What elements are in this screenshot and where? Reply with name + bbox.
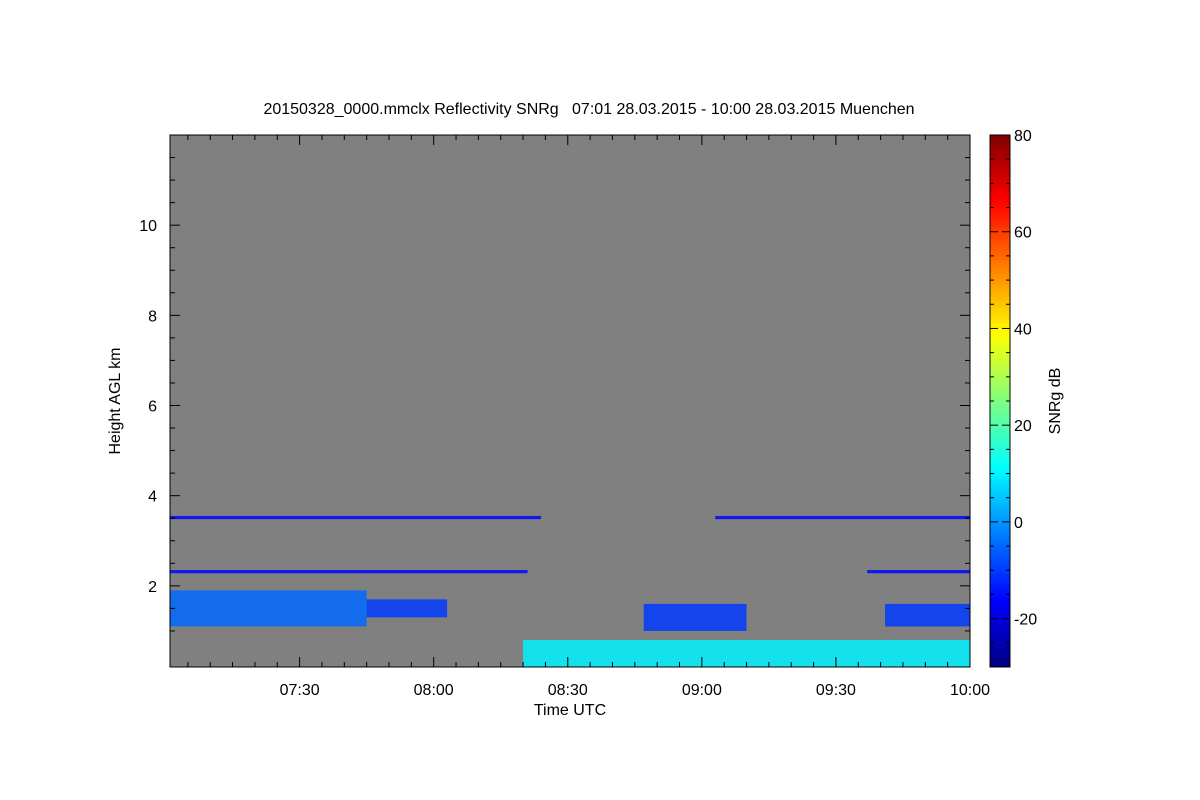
x-tick-label: 08:00 [414,682,454,699]
x-tick-label: 08:30 [548,682,588,699]
echo-feature [366,599,448,618]
echo-feature [643,603,747,631]
y-tick-label: 4 [148,489,157,506]
colorbar-tick-label: 20 [1014,418,1032,435]
x-tick-label: 09:30 [816,682,856,699]
colorbar-tick-label: -20 [1014,612,1037,629]
colorbar-tick-label: 60 [1014,225,1032,242]
colorbar-tick-label: 0 [1014,515,1023,532]
echo-feature [867,570,970,574]
colorbar-label: SNRg dB [1047,368,1064,435]
x-tick-label: 10:00 [950,682,990,699]
echo-feature [715,515,970,520]
chart: 20150328_0000.mmclx Reflectivity SNRg 07… [107,101,1064,719]
y-axis-label: Height AGL km [107,347,124,454]
echo-feature [170,570,528,574]
echo-feature [170,590,367,627]
chart-title: 20150328_0000.mmclx Reflectivity SNRg 07… [263,101,914,118]
x-tick-label: 09:00 [682,682,722,699]
colorbar-tick-label: 40 [1014,321,1032,338]
y-tick-label: 2 [148,579,157,596]
x-axis-label: Time UTC [534,702,606,719]
y-tick-label: 8 [148,308,157,325]
echo-feature [170,515,541,520]
plot-background [170,135,970,667]
echo-feature [885,603,970,627]
y-tick-label: 10 [139,218,157,235]
colorbar-tick-label: 80 [1014,128,1032,145]
x-tick-label: 07:30 [280,682,320,699]
y-tick-label: 6 [148,399,157,416]
